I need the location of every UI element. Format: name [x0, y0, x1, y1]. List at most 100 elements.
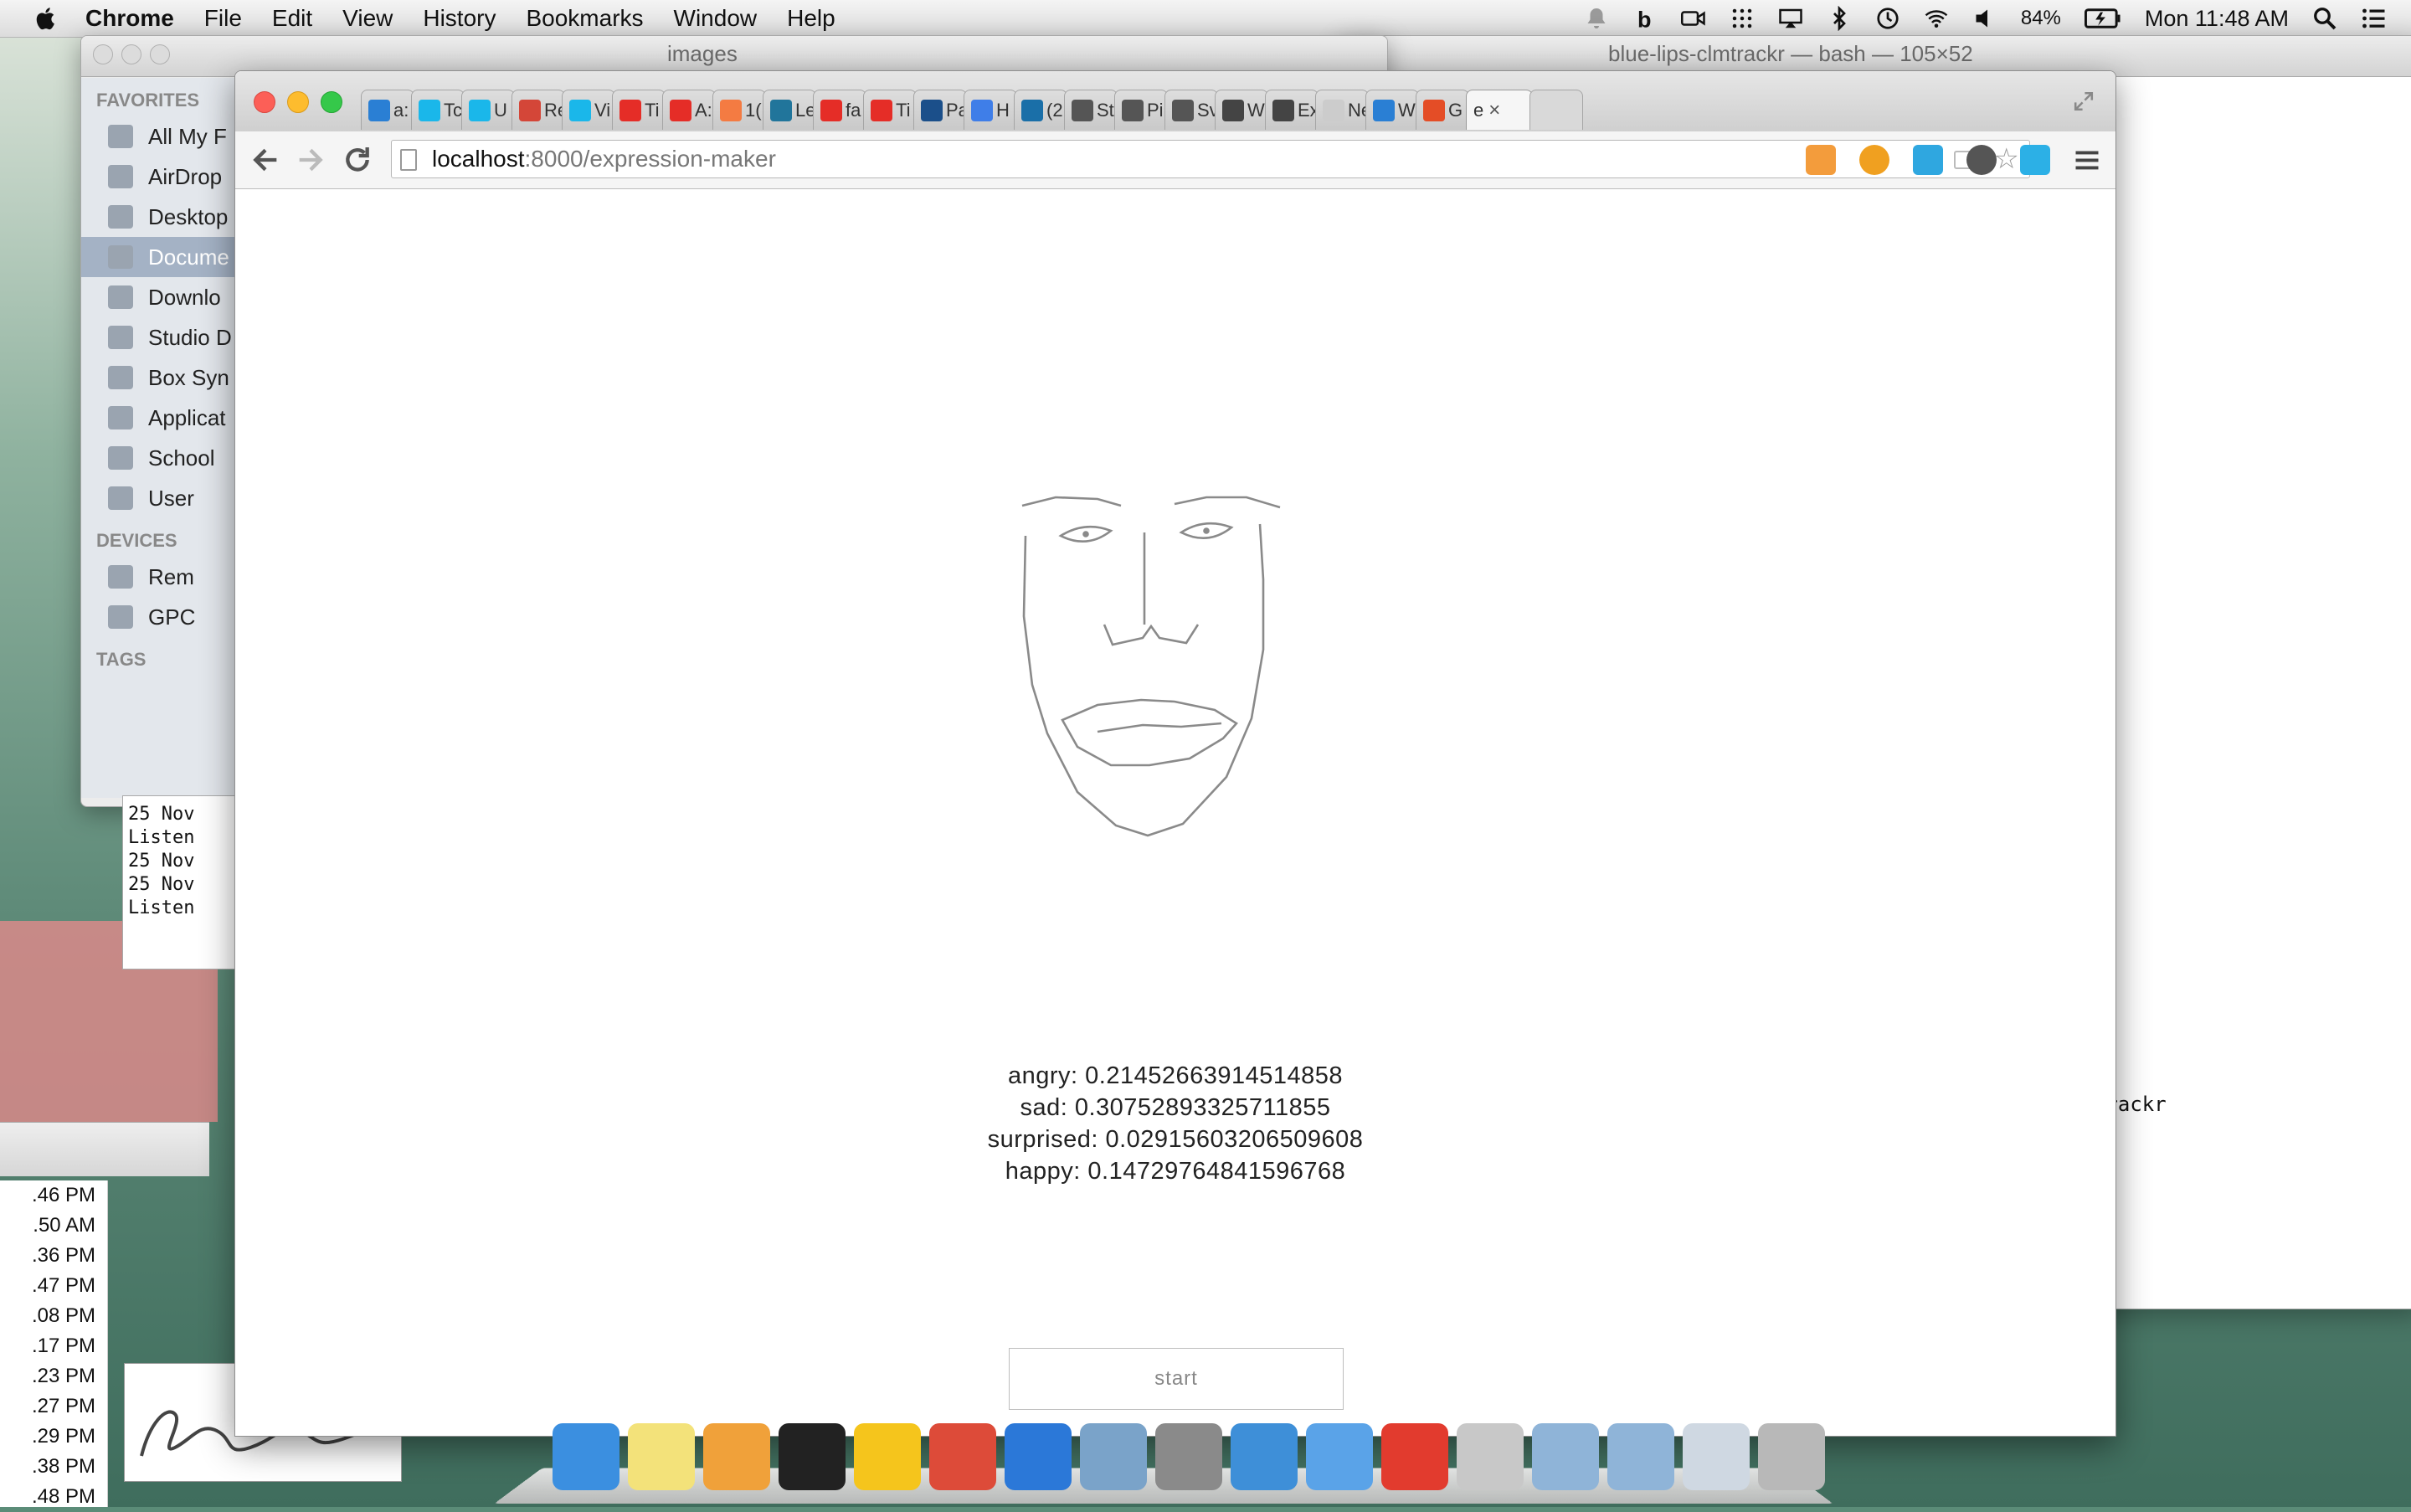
- finder-close-button[interactable]: [93, 44, 113, 64]
- browser-tab[interactable]: Ex: [1265, 90, 1319, 130]
- bartender-b-icon[interactable]: b: [1632, 6, 1658, 32]
- forward-arrow-icon[interactable]: [294, 143, 327, 177]
- back-arrow-icon[interactable]: [249, 143, 282, 177]
- dock-app-icon[interactable]: [1683, 1423, 1750, 1490]
- reload-icon[interactable]: [341, 143, 374, 177]
- dock-app-icon[interactable]: [929, 1423, 996, 1490]
- browser-tab[interactable]: fa: [813, 90, 866, 130]
- wifi-icon[interactable]: [1924, 6, 1949, 31]
- notification-center-icon[interactable]: [2361, 6, 2386, 31]
- browser-tab[interactable]: W: [1215, 90, 1268, 130]
- browser-tab[interactable]: 1(: [712, 90, 766, 130]
- sidebar-item-documents[interactable]: Docume: [81, 237, 240, 277]
- dock-app-icon[interactable]: [1231, 1423, 1298, 1490]
- sidebar-item-applications[interactable]: Applicat: [81, 398, 240, 438]
- menu-history[interactable]: History: [423, 5, 496, 32]
- browser-tab[interactable]: Vi: [562, 90, 615, 130]
- sidebar-item-gpc[interactable]: GPC: [81, 597, 240, 637]
- menu-app-name[interactable]: Chrome: [85, 5, 174, 32]
- close-window-button[interactable]: [254, 91, 275, 113]
- menu-file[interactable]: File: [204, 5, 242, 32]
- sidebar-item-studio[interactable]: Studio D: [81, 317, 240, 357]
- url-text[interactable]: localhost:8000/expression-maker: [432, 146, 776, 172]
- menu-bookmarks[interactable]: Bookmarks: [526, 5, 643, 32]
- browser-tab[interactable]: G: [1416, 90, 1469, 130]
- sidebar-item-downloads[interactable]: Downlo: [81, 277, 240, 317]
- dock-app-icon[interactable]: [1306, 1423, 1373, 1490]
- chrome-window[interactable]: a: htTcUReViTiA:1(LefaTiPaH(2StPiSvWExNe…: [234, 70, 2116, 1437]
- tab-favicon-icon: [619, 99, 641, 121]
- browser-tab[interactable]: New: [1315, 90, 1369, 130]
- battery-icon[interactable]: [2084, 6, 2121, 31]
- battery-percent[interactable]: 84%: [2021, 7, 2061, 30]
- rss-extension-icon[interactable]: [1806, 145, 1836, 175]
- grid-dots-icon[interactable]: [1730, 6, 1755, 31]
- dock-app-icon[interactable]: [628, 1423, 695, 1490]
- dock-app-icon[interactable]: [1155, 1423, 1222, 1490]
- browser-tab[interactable]: H: [964, 90, 1017, 130]
- dock-app-icon[interactable]: [1381, 1423, 1448, 1490]
- zoom-window-button[interactable]: [321, 91, 342, 113]
- sidebar-item-all-my-files[interactable]: All My F: [81, 116, 240, 157]
- browser-tab[interactable]: Le: [763, 90, 816, 130]
- browser-tab[interactable]: Ti: [863, 90, 917, 130]
- dock-app-icon[interactable]: [553, 1423, 619, 1490]
- dock-app-icon[interactable]: [1005, 1423, 1072, 1490]
- dock-app-icon[interactable]: [1607, 1423, 1674, 1490]
- sidebar-item-school[interactable]: School: [81, 438, 240, 478]
- address-bar[interactable]: localhost:8000/expression-maker ☆: [391, 140, 2030, 178]
- dock-app-icon[interactable]: [1080, 1423, 1147, 1490]
- browser-tab[interactable]: Re: [512, 90, 565, 130]
- browser-tab[interactable]: Ti: [612, 90, 666, 130]
- honey-extension-icon[interactable]: [1859, 145, 1889, 175]
- menu-clock[interactable]: Mon 11:48 AM: [2145, 6, 2289, 32]
- bluetooth-icon[interactable]: [1827, 6, 1852, 31]
- browser-tab[interactable]: U: [461, 90, 515, 130]
- minimize-window-button[interactable]: [287, 91, 309, 113]
- download-extension-icon[interactable]: [2020, 145, 2050, 175]
- clock-extension-icon[interactable]: [1966, 145, 1997, 175]
- menu-view[interactable]: View: [342, 5, 393, 32]
- browser-tab[interactable]: (2: [1014, 90, 1067, 130]
- dock-app-icon[interactable]: [854, 1423, 921, 1490]
- browser-tab[interactable]: a: ht: [361, 90, 414, 130]
- tab-strip[interactable]: a: htTcUReViTiA:1(LefaTiPaH(2StPiSvWExNe…: [235, 71, 2115, 131]
- dock-app-icon[interactable]: [1758, 1423, 1825, 1490]
- camera-icon[interactable]: [1680, 6, 1706, 31]
- start-button[interactable]: start: [1009, 1348, 1344, 1410]
- volume-icon[interactable]: [1972, 6, 1997, 31]
- chrome-menu-icon[interactable]: [2072, 145, 2102, 175]
- finder-minimize-button[interactable]: [121, 44, 141, 64]
- menu-edit[interactable]: Edit: [272, 5, 312, 32]
- finder-zoom-button[interactable]: [150, 44, 170, 64]
- menu-window[interactable]: Window: [674, 5, 758, 32]
- fullscreen-expand-icon[interactable]: [2072, 90, 2095, 113]
- y-extension-icon[interactable]: [1913, 145, 1943, 175]
- spotlight-search-icon[interactable]: [2312, 6, 2337, 31]
- browser-tab[interactable]: Sv: [1164, 90, 1218, 130]
- sidebar-item-airdrop[interactable]: AirDrop: [81, 157, 240, 197]
- browser-tab[interactable]: A:: [662, 90, 716, 130]
- sidebar-item-remote-disc[interactable]: Rem: [81, 557, 240, 597]
- time-machine-icon[interactable]: [1875, 6, 1900, 31]
- airplay-icon[interactable]: [1778, 6, 1803, 31]
- browser-tab[interactable]: St: [1064, 90, 1118, 130]
- sidebar-item-box-sync[interactable]: Box Syn: [81, 357, 240, 398]
- browser-tab[interactable]: W: [1365, 90, 1419, 130]
- browser-tab[interactable]: Tc: [411, 90, 465, 130]
- sidebar-item-desktop[interactable]: Desktop: [81, 197, 240, 237]
- dock-app-icon[interactable]: [703, 1423, 770, 1490]
- active-browser-tab[interactable]: e ×: [1466, 90, 1533, 130]
- sidebar-item-user[interactable]: User: [81, 478, 240, 518]
- dock-app-icon[interactable]: [1457, 1423, 1524, 1490]
- new-tab-button[interactable]: [1529, 90, 1583, 130]
- browser-tab[interactable]: Pa: [913, 90, 967, 130]
- tab-close-icon[interactable]: ×: [1488, 99, 1500, 122]
- dock-app-icon[interactable]: [1532, 1423, 1599, 1490]
- apple-menu-icon[interactable]: [32, 4, 60, 33]
- dock-app-icon[interactable]: [779, 1423, 846, 1490]
- notification-bell-icon[interactable]: [1584, 6, 1609, 31]
- bookmark-star-icon[interactable]: ☆: [1994, 144, 2019, 174]
- menu-help[interactable]: Help: [787, 5, 835, 32]
- browser-tab[interactable]: Pi: [1114, 90, 1168, 130]
